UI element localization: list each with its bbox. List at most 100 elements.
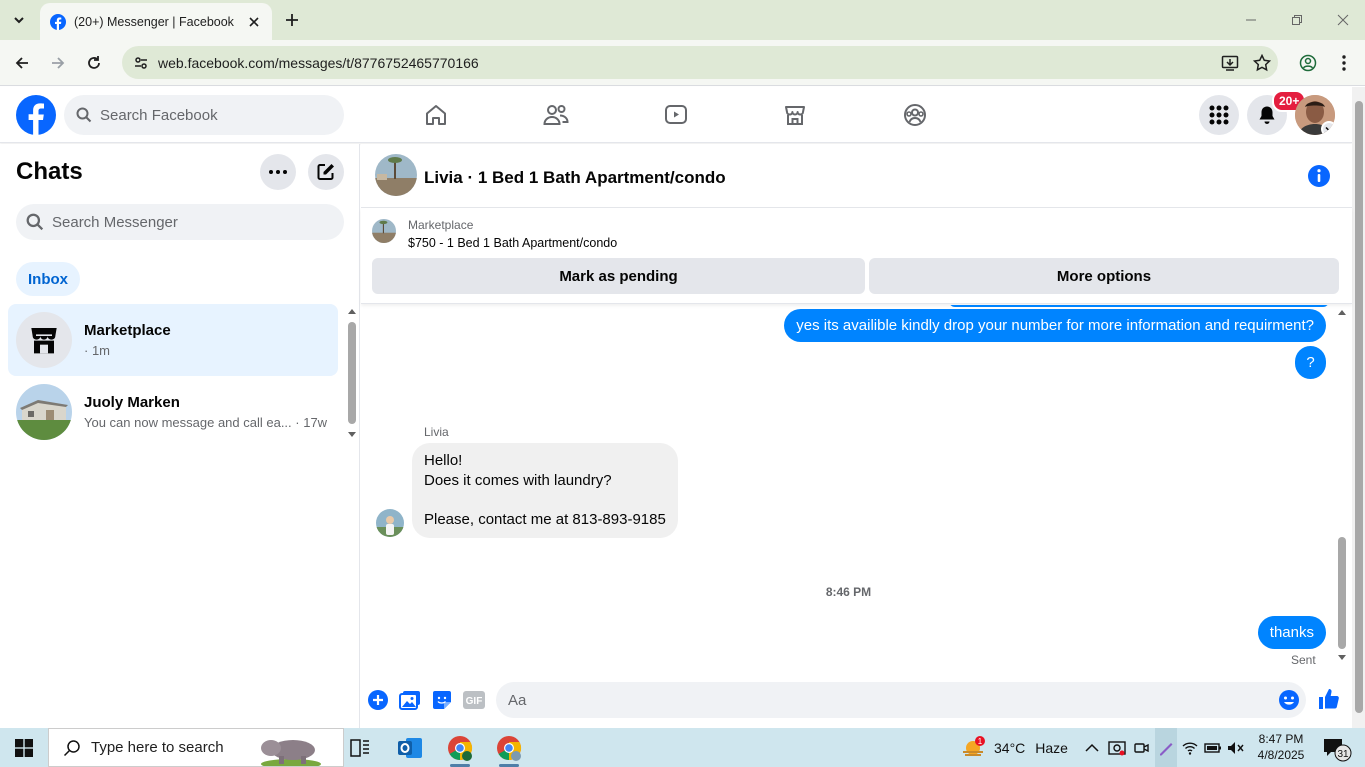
message-scrollbar-thumb[interactable] (1338, 537, 1346, 649)
chat-item-juoly-marken[interactable]: Juoly Marken You can now message and cal… (8, 376, 338, 448)
install-app-icon[interactable] (1214, 54, 1246, 72)
gif-button[interactable]: GIF (462, 688, 486, 712)
tab-title: (20+) Messenger | Facebook (74, 14, 234, 29)
listing-photo-icon (372, 219, 396, 243)
chat-name: Marketplace (84, 322, 171, 339)
taskbar-clock[interactable]: 8:47 PM 4/8/2025 (1246, 731, 1316, 763)
taskbar-search[interactable]: Type here to search (48, 728, 344, 767)
outgoing-message[interactable]: thanks (1257, 616, 1326, 649)
browser-menu-button[interactable] (1330, 49, 1358, 77)
listing-thumbnail[interactable] (372, 219, 396, 243)
browser-profile-button[interactable] (1294, 49, 1322, 77)
minimize-button[interactable] (1228, 0, 1274, 40)
emoji-icon[interactable] (1278, 689, 1300, 711)
camera-device-icon (1108, 740, 1126, 755)
person-photo-icon (376, 509, 404, 537)
messenger-search[interactable] (16, 204, 344, 240)
message-list: yes its availible kindly drop your numbe… (361, 305, 1352, 672)
page-scrollbar-thumb[interactable] (1355, 101, 1363, 713)
chrome-app-profile-1[interactable] (440, 732, 480, 767)
chats-options-button[interactable] (260, 154, 296, 190)
sender-avatar[interactable] (376, 509, 404, 537)
messenger-search-input[interactable] (52, 213, 332, 231)
chat-preview: You can now message and call ea... · 17w (84, 415, 328, 430)
chat-preview: · 1m (84, 343, 110, 358)
bookmark-star-icon[interactable] (1246, 53, 1278, 72)
battery-button[interactable] (1204, 728, 1222, 767)
conversation-avatar[interactable] (375, 154, 417, 196)
back-button[interactable] (8, 49, 36, 77)
tab-search-button[interactable] (6, 7, 32, 33)
outlook-app[interactable] (390, 732, 430, 764)
tab-close-button[interactable] (246, 14, 262, 30)
new-message-button[interactable] (308, 154, 344, 190)
conversation-title[interactable]: Livia · 1 Bed 1 Bath Apartment/condo (424, 168, 726, 188)
facebook-search[interactable] (64, 95, 344, 135)
like-button[interactable] (1316, 686, 1342, 712)
restore-button[interactable] (1274, 0, 1320, 40)
clock-time: 8:47 PM (1258, 732, 1304, 746)
window-close-button[interactable] (1320, 0, 1365, 40)
nav-groups[interactable] (895, 95, 935, 135)
attach-photo-button[interactable] (398, 688, 422, 712)
marketplace-avatar (16, 312, 72, 368)
juoly-avatar (16, 384, 72, 440)
message-composer: GIF (361, 672, 1352, 728)
message-input[interactable] (508, 691, 1248, 709)
mark-as-pending-button[interactable]: Mark as pending (372, 258, 865, 294)
nav-watch[interactable] (656, 95, 696, 135)
account-avatar[interactable] (1295, 95, 1335, 135)
network-button[interactable] (1182, 728, 1198, 767)
windows-taskbar: Type here to search 1 34°C Haze 8:47 PM (0, 728, 1365, 767)
facebook-logo-icon[interactable] (16, 95, 56, 135)
more-actions-button[interactable] (366, 688, 390, 712)
sticker-button[interactable] (430, 688, 454, 712)
house-photo-icon (16, 384, 72, 440)
weather-description: Haze (1035, 739, 1068, 756)
message-input-field[interactable] (496, 682, 1306, 718)
forward-button[interactable] (44, 49, 72, 77)
nav-marketplace[interactable] (775, 95, 815, 135)
reload-button[interactable] (80, 49, 108, 77)
nav-home[interactable] (416, 95, 456, 135)
photo-icon (399, 691, 420, 710)
marketplace-listing-banner: Marketplace $750 - 1 Bed 1 Bath Apartmen… (361, 208, 1352, 304)
chat-list-scrollbar-thumb[interactable] (348, 322, 356, 424)
volume-button[interactable] (1227, 728, 1245, 767)
tray-app-icon-2[interactable] (1133, 728, 1149, 767)
inbox-filter-button[interactable]: Inbox (16, 262, 80, 296)
chrome-app-profile-2[interactable] (489, 732, 529, 767)
message-scrollbar[interactable] (1336, 305, 1348, 672)
page-scrollbar[interactable] (1352, 87, 1365, 728)
message-line: Hello! (424, 452, 463, 469)
pen-icon-button[interactable] (1155, 728, 1177, 767)
listing-title[interactable]: $750 - 1 Bed 1 Bath Apartment/condo (408, 236, 617, 250)
reload-icon (88, 56, 100, 69)
plus-icon (286, 14, 298, 26)
battery-icon (1204, 742, 1221, 753)
weather-widget[interactable]: 1 34°C Haze (960, 728, 1068, 767)
show-hidden-icons-button[interactable] (1085, 728, 1099, 767)
notification-center-button[interactable]: 31 (1322, 736, 1352, 762)
more-options-button[interactable]: More options (869, 258, 1339, 294)
info-icon[interactable] (1307, 164, 1331, 188)
task-view-button[interactable] (340, 732, 380, 764)
chat-list-scrollbar[interactable] (346, 306, 358, 440)
sender-name: Livia (424, 425, 449, 439)
nav-friends[interactable] (536, 95, 576, 135)
incoming-message[interactable]: Hello! Does it comes with laundry? Pleas… (412, 443, 678, 538)
tray-app-icon-1[interactable] (1108, 728, 1126, 767)
facebook-search-input[interactable] (100, 106, 320, 124)
site-info-icon[interactable] (126, 55, 156, 71)
arrow-left-icon (15, 57, 28, 69)
menu-button[interactable] (1199, 95, 1239, 135)
start-button[interactable] (0, 728, 48, 767)
browser-tab[interactable]: (20+) Messenger | Facebook (40, 3, 272, 40)
chat-item-marketplace[interactable]: Marketplace · 1m (8, 304, 338, 376)
outgoing-message[interactable]: yes its availible kindly drop your numbe… (784, 309, 1326, 342)
volume-muted-icon (1228, 741, 1244, 754)
address-bar[interactable]: web.facebook.com/messages/t/877675246577… (122, 46, 1278, 79)
marketplace-icon (785, 106, 805, 125)
new-tab-button[interactable] (280, 8, 304, 32)
outgoing-message[interactable]: ? (1295, 346, 1326, 379)
